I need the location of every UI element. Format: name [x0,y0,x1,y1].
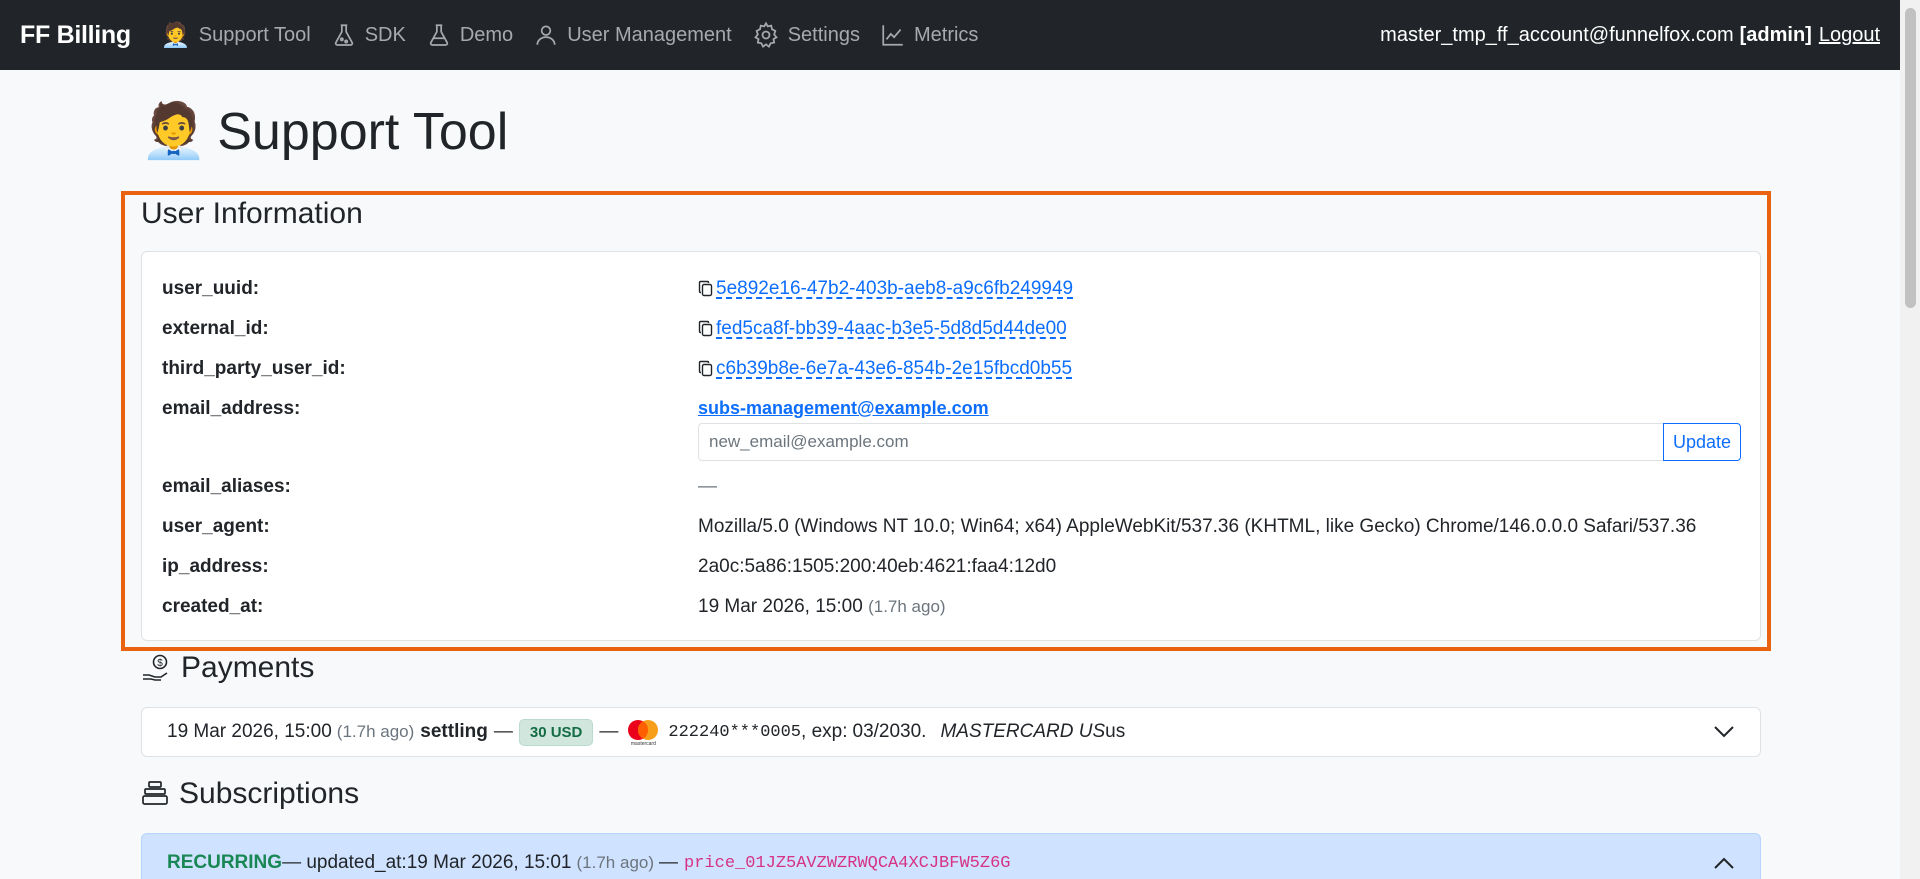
nav-item-label: Demo [459,23,514,46]
value-user-uuid: 5e892e16-47b2-403b-aeb8-a9c6fb249949 [698,278,1073,300]
label-ip-address: ip_address: [162,556,269,577]
mastercard-logo-label: mastercard [630,740,656,747]
page-header: 🧑‍💼 Support Tool [140,100,508,163]
page-scrollbar[interactable] [1900,0,1920,879]
card-exp-label: , exp: [801,721,848,742]
flask-icon [334,24,353,46]
payment-ago: (1.7h ago) [336,722,415,741]
email-address-link[interactable]: subs-management@example.com [698,398,989,418]
label-email-aliases: email_aliases: [162,476,291,497]
logout-link[interactable]: Logout [1819,24,1880,47]
payment-dash: — [493,721,513,742]
payment-dash: — [599,721,619,742]
user-icon [536,25,556,45]
subscription-type: RECURRING [167,852,283,873]
payments-title-text: Payments [181,651,315,684]
chevron-up-icon[interactable] [1713,856,1735,870]
payment-amount-badge: 30 USD [518,718,594,746]
copy-icon[interactable] [698,360,714,378]
nav-item-label: SDK [364,23,406,46]
account-role: [admin] [1739,23,1812,46]
label-email-address: email_address: [162,398,301,419]
scrollbar-thumb[interactable] [1905,8,1916,308]
subscriptions-title: Subscriptions [141,777,359,811]
mastercard-logo-icon: mastercard [624,718,662,747]
value-email-address: subs-management@example.com [698,398,989,420]
value-email-aliases: — [698,476,717,497]
support-agent-icon: 🧑‍💼 [160,21,191,49]
nav-item-demo[interactable]: Demo [426,22,513,48]
nav-item-support-tool[interactable]: 🧑‍💼 Support Tool [161,21,311,50]
label-user-uuid: user_uuid: [162,278,260,299]
created-at-date: 19 Mar 2026, 15:00 [698,596,863,617]
payment-date: 19 Mar 2026, 15:00 [167,721,332,742]
flask-icon [429,24,448,46]
update-email-button[interactable]: Update [1663,423,1741,461]
svg-text:$: $ [157,658,163,669]
support-agent-icon: 🧑‍💼 [140,101,208,161]
account-email: master_tmp_ff_account@funnelfox.com [1380,23,1734,46]
account-area: master_tmp_ff_account@funnelfox.com [adm… [1380,0,1880,70]
card-exp: 03/2030. [852,721,927,742]
nav-item-label: Settings [787,23,860,46]
subscription-updated-at: 19 Mar 2026, 15:01 [406,852,572,873]
subscription-dash: — [659,852,679,873]
nav-item-metrics[interactable]: Metrics [880,22,978,48]
nav-item-user-management[interactable]: User Management [533,22,732,48]
copy-icon[interactable] [698,280,714,298]
copy-icon[interactable] [698,320,714,338]
third-party-user-id-link[interactable]: c6b39b8e-6e7a-43e6-854b-2e15fbcd0b55 [716,358,1072,379]
label-created-at: created_at: [162,596,264,617]
nav-item-label: Metrics [913,23,979,46]
top-navbar: FF Billing 🧑‍💼 Support Tool SDK Demo Use… [0,0,1900,70]
stack-icon [141,779,169,809]
payment-accordion-item[interactable]: 19 Mar 2026, 15:00 (1.7h ago) settling —… [141,707,1761,757]
email-update-group: Update [698,423,1741,461]
page-title: Support Tool [217,102,509,161]
chevron-down-icon[interactable] [1713,725,1735,739]
payments-title: $ Payments [141,651,314,685]
nav-item-sdk[interactable]: SDK [331,22,406,48]
nav-item-label: User Management [567,23,732,46]
label-third-party-user-id: third_party_user_id: [162,358,346,379]
subscription-price-id: price_01JZ5AVZWZRWQCA4XCJBFW5Z6G [684,853,1011,873]
user-information-title: User Information [141,197,363,230]
card-description-suffix: us [1105,721,1126,742]
card-description: MASTERCARD US [940,721,1106,742]
subscription-accordion-item[interactable]: RECURRING — updated_at: 19 Mar 2026, 15:… [141,833,1761,879]
money-hand-icon: $ [141,653,171,683]
user-information-card: user_uuid: 5e892e16-47b2-403b-aeb8-a9c6f… [141,251,1761,641]
value-third-party-user-id: c6b39b8e-6e7a-43e6-854b-2e15fbcd0b55 [698,358,1072,380]
user-uuid-link[interactable]: 5e892e16-47b2-403b-aeb8-a9c6fb249949 [716,278,1073,299]
label-external-id: external_id: [162,318,269,339]
payment-status: settling [420,721,488,742]
subscription-updated-label: — updated_at: [282,852,407,873]
chart-line-icon [882,25,903,46]
subscriptions-title-text: Subscriptions [179,777,360,810]
subscription-ago: (1.7h ago) [576,853,655,872]
new-email-input[interactable] [698,423,1663,461]
value-ip-address: 2a0c:5a86:1505:200:40eb:4621:faa4:12d0 [698,556,1057,577]
brand-logo[interactable]: FF Billing [20,21,131,50]
nav-item-label: Support Tool [198,23,311,46]
gear-icon [753,21,778,49]
nav-item-settings[interactable]: Settings [752,21,860,49]
value-created-at: 19 Mar 2026, 15:00 (1.7h ago) [698,596,946,618]
external-id-link[interactable]: fed5ca8f-bb39-4aac-b3e5-5d8d5d44de00 [716,318,1067,339]
card-number: 222240***0005 [668,722,802,742]
value-external-id: fed5ca8f-bb39-4aac-b3e5-5d8d5d44de00 [698,318,1067,340]
label-user-agent: user_agent: [162,516,270,537]
value-user-agent: Mozilla/5.0 (Windows NT 10.0; Win64; x64… [698,516,1697,537]
created-at-ago: (1.7h ago) [868,597,946,616]
